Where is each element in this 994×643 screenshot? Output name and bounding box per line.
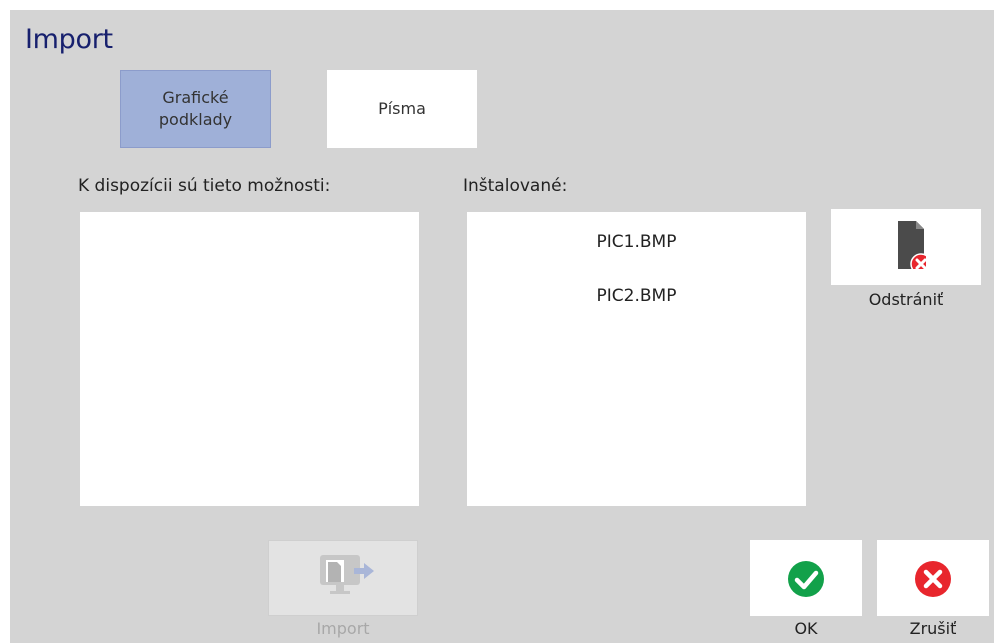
cancel-button[interactable] [877,540,989,616]
tab-fonts-label: Písma [378,99,426,118]
available-list[interactable] [80,212,419,506]
page-title: Import [25,24,113,55]
remove-button-label: Odstrániť [868,290,944,309]
checkmark-icon [750,540,862,616]
remove-button[interactable] [831,209,981,285]
import-dialog: Import Grafické podklady Písma K dispozí… [10,10,994,643]
list-item-pic2[interactable]: PIC2.BMP [467,286,806,306]
import-button[interactable] [268,540,418,616]
list-item-pic1[interactable]: PIC1.BMP [467,232,806,252]
import-button-label: Import [316,619,370,638]
ok-button-label: OK [794,619,818,638]
close-icon [877,540,989,616]
installed-list[interactable]: PIC1.BMP PIC2.BMP [467,212,806,506]
tab-graphics[interactable]: Grafické podklady [120,70,271,148]
cancel-button-label: Zrušiť [909,619,957,638]
import-icon [298,541,388,611]
tab-graphics-label: Grafické podklady [158,88,233,129]
installed-label: Inštalované: [463,176,568,196]
available-label: K dispozícii sú tieto možnosti: [78,176,331,196]
delete-file-icon [886,209,926,269]
tab-fonts[interactable]: Písma [327,70,477,148]
ok-button[interactable] [750,540,862,616]
